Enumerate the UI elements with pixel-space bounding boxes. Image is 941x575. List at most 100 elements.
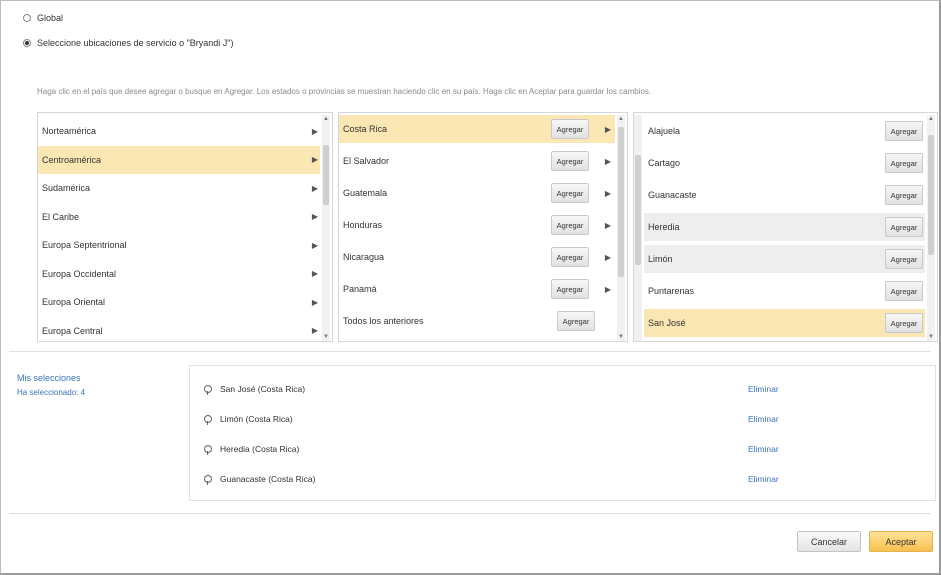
add-country-button[interactable]: Agregar	[551, 151, 589, 171]
country-item[interactable]: Panamá Agregar ▶	[339, 275, 615, 303]
chevron-right-icon: ▶	[311, 326, 318, 335]
radio-global-indicator[interactable]	[23, 14, 31, 22]
scroll-up-icon[interactable]: ▲	[617, 115, 625, 123]
country-item[interactable]: Costa Rica Agregar ▶	[339, 115, 615, 143]
chevron-right-icon: ▶	[604, 284, 611, 294]
provinces-left-scroll-thumb[interactable]	[635, 155, 641, 265]
location-dialog: Global Seleccione ubicaciones de servici…	[0, 0, 941, 575]
chevron-right-icon: ▶	[311, 212, 318, 221]
region-item[interactable]: Europa Septentrional ▶	[38, 231, 320, 259]
radio-select-locations-indicator[interactable]	[23, 39, 31, 47]
add-country-button[interactable]: Agregar	[551, 247, 589, 267]
country-item[interactable]: Nicaragua Agregar ▶	[339, 243, 615, 271]
province-item[interactable]: Cartago Agregar	[644, 149, 925, 177]
regions-scroll-thumb[interactable]	[323, 145, 329, 205]
selection-name: Guanacaste (Costa Rica)	[220, 474, 316, 484]
country-label: Nicaragua	[343, 252, 385, 262]
country-label: Honduras	[343, 220, 383, 230]
chevron-right-icon: ▶	[604, 124, 611, 134]
selection-count: Ha seleccionado: 4	[17, 388, 86, 397]
country-item[interactable]: Honduras Agregar ▶	[339, 211, 615, 239]
scroll-down-icon[interactable]: ▼	[322, 333, 330, 341]
region-item[interactable]: Europa Central ▶	[38, 317, 320, 342]
region-item[interactable]: Europa Occidental ▶	[38, 260, 320, 288]
selection-row: Limón (Costa Rica) Eliminar	[190, 404, 935, 434]
country-item[interactable]: El Salvador Agregar ▶	[339, 147, 615, 175]
add-province-button[interactable]: Agregar	[885, 281, 923, 301]
add-province-button[interactable]: Agregar	[885, 217, 923, 237]
remove-selection-link[interactable]: Eliminar	[748, 414, 779, 424]
scroll-down-icon[interactable]: ▼	[927, 333, 935, 341]
add-country-button[interactable]: Agregar	[551, 279, 589, 299]
region-label: Europa Oriental	[42, 297, 106, 307]
chevron-right-icon: ▶	[311, 183, 318, 193]
country-label: El Salvador	[343, 156, 390, 166]
selection-row: San José (Costa Rica) Eliminar	[190, 374, 935, 404]
remove-selection-link[interactable]: Eliminar	[748, 444, 779, 454]
section-divider	[9, 351, 931, 352]
provinces-list: Alajuela Agregar Cartago Agregar Guanacaste A…	[633, 112, 938, 342]
region-label: Europa Occidental	[42, 268, 117, 279]
scroll-up-icon[interactable]: ▲	[322, 115, 330, 123]
remove-selection-link[interactable]: Eliminar	[748, 384, 779, 394]
remove-selection-link[interactable]: Eliminar	[748, 474, 779, 484]
add-province-button[interactable]: Agregar	[885, 249, 923, 269]
radio-global-label: Global	[37, 13, 64, 23]
country-item[interactable]: Guatemala Agregar ▶	[339, 179, 615, 207]
scroll-up-icon[interactable]: ▲	[927, 115, 935, 123]
selection-name: San José (Costa Rica)	[220, 384, 306, 394]
add-country-button[interactable]: Agregar	[551, 183, 589, 203]
province-item[interactable]: Limón Agregar	[644, 245, 925, 273]
add-province-button[interactable]: Agregar	[885, 121, 923, 141]
country-label: Guatemala	[343, 188, 388, 198]
my-selections-label: Mis selecciones	[17, 373, 81, 383]
chevron-right-icon: ▶	[311, 126, 318, 136]
scroll-down-icon[interactable]: ▼	[617, 333, 625, 341]
location-pin-icon	[204, 414, 212, 425]
province-item[interactable]: Heredia Agregar	[644, 213, 925, 241]
region-item[interactable]: Centroamérica ▶	[38, 145, 320, 174]
location-pin-icon	[204, 384, 212, 395]
chevron-right-icon: ▶	[311, 269, 318, 278]
chevron-right-icon: ▶	[604, 188, 611, 198]
chevron-right-icon: ▶	[311, 297, 318, 307]
add-country-button[interactable]: Agregar	[551, 119, 589, 139]
country-item[interactable]: Todos los anteriores Agregar	[339, 307, 615, 335]
add-province-button[interactable]: Agregar	[885, 185, 923, 205]
province-label: Cartago	[648, 158, 681, 168]
countries-list: Costa Rica Agregar ▶ El Salvador Agregar ▶ Gua…	[338, 112, 628, 342]
region-item[interactable]: Norteamérica ▶	[38, 117, 320, 145]
region-item[interactable]: El Caribe ▶	[38, 203, 320, 231]
region-item[interactable]: Europa Oriental ▶	[38, 288, 320, 316]
radio-global[interactable]: Global	[23, 13, 63, 23]
accept-button[interactable]: Aceptar	[869, 531, 933, 552]
radio-select-locations[interactable]: Seleccione ubicaciones de servicio o "Br…	[23, 38, 234, 48]
add-country-button[interactable]: Agregar	[551, 215, 589, 235]
province-item[interactable]: Alajuela Agregar	[644, 117, 925, 145]
selections-list: San José (Costa Rica) Eliminar Limón (Cost…	[189, 365, 936, 501]
chevron-right-icon: ▶	[604, 252, 611, 262]
chevron-right-icon: ▶	[311, 240, 318, 250]
region-label: El Caribe	[42, 211, 80, 222]
province-label: Heredia	[648, 222, 680, 232]
countries-scrollbar[interactable]: ▲ ▼	[617, 115, 625, 341]
cancel-button[interactable]: Cancelar	[797, 531, 861, 552]
add-province-button[interactable]: Agregar	[885, 153, 923, 173]
provinces-left-scrollbar[interactable]	[634, 115, 642, 341]
countries-scroll-thumb[interactable]	[618, 127, 624, 277]
province-label: Alajuela	[648, 126, 681, 136]
add-country-button[interactable]: Agregar	[557, 311, 595, 331]
add-province-button[interactable]: Agregar	[885, 313, 923, 333]
province-item[interactable]: Puntarenas Agregar	[644, 277, 925, 305]
region-label: Europa Septentrional	[42, 240, 127, 250]
country-label: Todos los anteriores	[343, 316, 424, 326]
instructions-text: Haga clic en el país que desee agregar o…	[37, 87, 652, 96]
region-item[interactable]: Sudamérica ▶	[38, 174, 320, 202]
provinces-scroll-thumb[interactable]	[928, 135, 934, 255]
province-item[interactable]: San José Agregar	[644, 309, 925, 337]
province-item[interactable]: Guanacaste Agregar	[644, 181, 925, 209]
region-label: Centroamérica	[42, 154, 102, 165]
regions-scrollbar[interactable]: ▲ ▼	[322, 115, 330, 341]
provinces-scrollbar[interactable]: ▲ ▼	[927, 115, 935, 341]
region-label: Norteamérica	[42, 126, 97, 136]
